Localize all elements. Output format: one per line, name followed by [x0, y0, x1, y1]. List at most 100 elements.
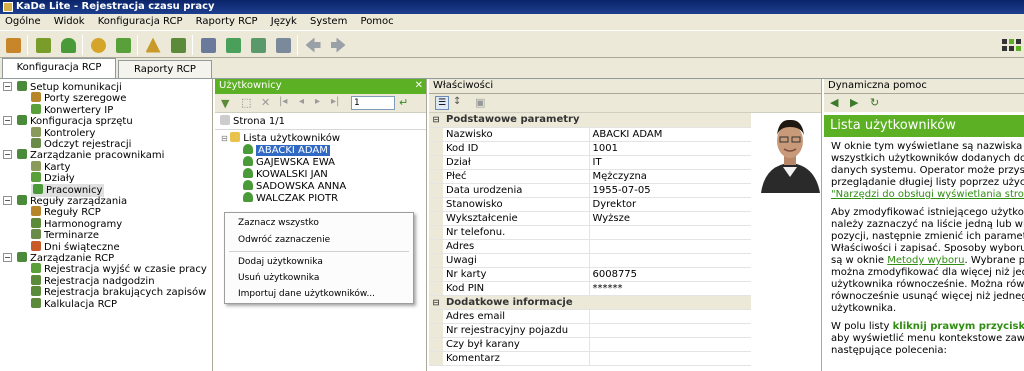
menu-widok[interactable]: Widok [49, 14, 90, 30]
briefcase-button[interactable] [112, 34, 134, 56]
menu-item-add-user[interactable]: Dodaj użytkownika [238, 256, 323, 268]
user-list-item[interactable]: SADOWSKA ANNA [221, 180, 346, 192]
property-value[interactable]: Dyrektor [589, 197, 751, 212]
menu-pomoc[interactable]: Pomoc [356, 14, 399, 30]
last-page-icon[interactable]: ▸| [331, 96, 339, 107]
user-list-item[interactable]: WALCZAK PIOTR [221, 192, 346, 204]
back-button[interactable] [302, 34, 324, 56]
nav-item[interactable]: Rejestracja nadgodzin [0, 274, 210, 287]
tab-raporty-rcp[interactable]: Raporty RCP [118, 60, 212, 78]
nav-item[interactable]: Dni świąteczne [0, 240, 210, 253]
menu-item-import-users[interactable]: Importuj dane użytkowników... [238, 288, 375, 300]
property-row[interactable]: Czy był karany [429, 337, 751, 352]
property-value[interactable] [589, 225, 751, 240]
collapse-icon[interactable]: − [3, 253, 12, 262]
collapse-icon[interactable]: − [3, 196, 12, 205]
notebook-button[interactable] [2, 34, 24, 56]
nav-item[interactable]: Konwertery IP [0, 103, 210, 116]
nav-item[interactable]: − Zarządzanie RCP [0, 252, 210, 264]
nav-item[interactable]: − Reguły zarządzania [0, 195, 210, 207]
property-row[interactable]: Kod ID 1001 [429, 141, 751, 156]
property-row[interactable]: Nr rejestracyjny pojazdu [429, 323, 751, 338]
nav-item[interactable]: Karty [0, 160, 210, 173]
property-row[interactable]: Data urodzenia 1955-07-05 [429, 183, 751, 198]
user-list-item[interactable]: GAJEWSKA EWA [221, 156, 346, 168]
help-link-metody-wyboru[interactable]: Metody wyboru [887, 255, 964, 266]
menu-jezyk[interactable]: Język [266, 14, 302, 30]
property-value[interactable] [589, 337, 751, 352]
calculator-button[interactable] [167, 34, 189, 56]
nav-item[interactable]: Odczyt rejestracji [0, 138, 210, 150]
help-back-icon[interactable]: ◀ [830, 96, 838, 109]
nav-item[interactable]: Harmonogramy [0, 217, 210, 230]
nav-item[interactable]: Porty szeregowe [0, 92, 210, 104]
tab-konfiguracja-rcp[interactable]: Konfiguracja RCP [2, 58, 116, 78]
property-section[interactable]: ⊟ Podstawowe parametry [429, 113, 751, 128]
property-row[interactable]: Stanowisko Dyrektor [429, 197, 751, 212]
nav-item[interactable]: Kontrolery [0, 126, 210, 139]
go-icon[interactable]: ↵ [399, 96, 408, 109]
nav-item[interactable]: Rejestracja brakujących zapisów [0, 286, 210, 298]
help-link-narzedzia[interactable]: "Narzędzi do obsługi wyświetlania strony [831, 189, 1024, 201]
property-row[interactable]: Uwagi [429, 253, 751, 268]
property-value[interactable] [589, 351, 751, 366]
property-value[interactable]: 1001 [589, 141, 751, 156]
nav-item[interactable]: − Konfiguracja sprzętu [0, 115, 210, 127]
close-icon[interactable]: ✕ [415, 81, 423, 91]
prev-page-icon[interactable]: ◂ [299, 96, 304, 107]
menu-system[interactable]: System [305, 14, 352, 30]
layout-grid-icon[interactable] [1002, 39, 1022, 53]
menu-raporty-rcp[interactable]: Raporty RCP [191, 14, 263, 30]
nav-item[interactable]: Rejestracja wyjść w czasie pracy [0, 263, 210, 275]
collapse-icon[interactable]: ⊟ [429, 113, 443, 128]
property-value[interactable]: ABACKI ADAM [589, 127, 751, 142]
property-row[interactable]: Wykształcenie Wyższe [429, 211, 751, 226]
property-value[interactable] [589, 239, 751, 254]
menu-ogolne[interactable]: Ogólne [0, 14, 46, 30]
property-value[interactable] [589, 323, 751, 338]
property-value[interactable]: IT [589, 155, 751, 170]
home-button[interactable] [32, 34, 54, 56]
collapse-icon[interactable]: − [3, 116, 12, 126]
collapse-icon[interactable]: ⊟ [429, 295, 443, 310]
filter-icon[interactable]: ▼ [221, 97, 229, 110]
menu-konfiguracja-rcp[interactable]: Konfiguracja RCP [93, 14, 188, 30]
forward-button[interactable] [327, 34, 349, 56]
property-value[interactable]: ****** [589, 281, 751, 296]
user-list-root[interactable]: ⊟ Lista użytkowników [221, 132, 346, 144]
nav-item[interactable]: Działy [0, 172, 210, 184]
property-value[interactable]: Mężczyzna [589, 169, 751, 184]
sort-az-icon[interactable]: ↕ [453, 96, 461, 107]
property-row[interactable]: Płeć Mężczyzna [429, 169, 751, 184]
nav-item[interactable]: Kalkulacja RCP [0, 297, 210, 310]
users-button[interactable] [57, 34, 79, 56]
help-forward-icon[interactable]: ▶ [850, 96, 858, 109]
property-row[interactable]: Nazwisko ABACKI ADAM [429, 127, 751, 142]
property-value[interactable]: 1955-07-05 [589, 183, 751, 198]
menu-item-select-all[interactable]: Zaznacz wszystko [238, 217, 319, 229]
delete-icon[interactable]: ✕ [261, 96, 270, 109]
nav-item[interactable]: Terminarze [0, 229, 210, 241]
property-value[interactable]: 6008775 [589, 267, 751, 282]
clock-button[interactable] [87, 34, 109, 56]
nav-item[interactable]: Reguły RCP [0, 206, 210, 218]
save-icon[interactable]: ▣ [475, 96, 485, 109]
search-doc-button[interactable] [247, 34, 269, 56]
scale-button[interactable] [142, 34, 164, 56]
categorized-icon[interactable]: ☰ [435, 96, 449, 110]
user-list-item[interactable]: ABACKI ADAM [221, 144, 346, 156]
help-refresh-icon[interactable]: ↻ [870, 96, 879, 109]
property-row[interactable]: Adres email [429, 309, 751, 324]
collapse-icon[interactable]: − [3, 82, 12, 91]
map-button[interactable] [222, 34, 244, 56]
nav-item[interactable]: − Zarządzanie pracownikami [0, 149, 210, 161]
user-list-item[interactable]: KOWALSKI JAN [221, 168, 346, 180]
page-number-input[interactable] [351, 96, 395, 110]
property-section[interactable]: ⊟ Dodatkowe informacje [429, 295, 751, 310]
property-row[interactable]: Nr telefonu. [429, 225, 751, 240]
printer-button[interactable] [197, 34, 219, 56]
property-value[interactable] [589, 309, 751, 324]
property-row[interactable]: Nr karty 6008775 [429, 267, 751, 282]
property-value[interactable] [589, 253, 751, 268]
property-value[interactable]: Wyższe [589, 211, 751, 226]
